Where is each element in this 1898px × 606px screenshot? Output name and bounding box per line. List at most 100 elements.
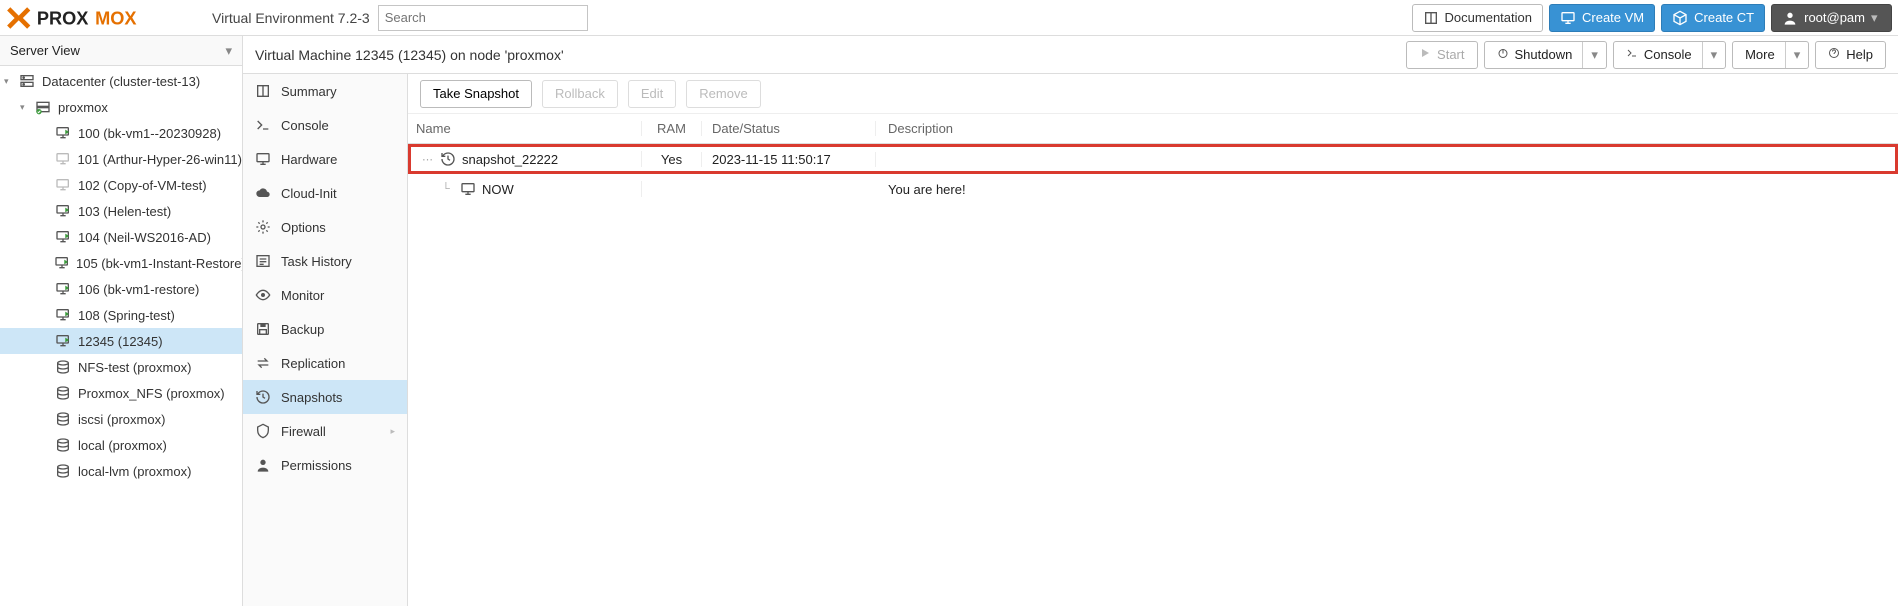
- list-icon: [255, 253, 273, 269]
- nav-hardware[interactable]: Hardware: [243, 142, 407, 176]
- snapshot-name: NOW: [482, 182, 514, 197]
- database-icon: [54, 411, 72, 427]
- nav-label: Permissions: [281, 458, 352, 473]
- tree-vm[interactable]: 108 (Spring-test): [0, 302, 242, 328]
- tree-storage[interactable]: NFS-test (proxmox): [0, 354, 242, 380]
- tree-vm[interactable]: 102 (Copy-of-VM-test): [0, 172, 242, 198]
- nav-backup[interactable]: Backup: [243, 312, 407, 346]
- nav-console[interactable]: Console: [243, 108, 407, 142]
- vm-icon: [54, 229, 72, 245]
- user-menu-button[interactable]: root@pam ▾: [1771, 4, 1892, 32]
- tree-vm[interactable]: 106 (bk-vm1-restore): [0, 276, 242, 302]
- create-ct-button[interactable]: Create CT: [1661, 4, 1765, 32]
- edit-button[interactable]: Edit: [628, 80, 676, 108]
- tree-vm[interactable]: 103 (Helen-test): [0, 198, 242, 224]
- book-icon: [1423, 10, 1439, 26]
- save-icon: [255, 321, 273, 337]
- tree-line-icon: └: [416, 183, 460, 195]
- history-icon: [440, 151, 462, 167]
- shutdown-button[interactable]: Shutdown ▾: [1484, 41, 1607, 69]
- console-button[interactable]: Console ▾: [1613, 41, 1726, 69]
- col-desc[interactable]: Description: [876, 121, 1898, 136]
- help-button[interactable]: Help: [1815, 41, 1886, 69]
- nav-options[interactable]: Options: [243, 210, 407, 244]
- svg-text:MOX: MOX: [95, 8, 136, 28]
- vm-icon: [54, 307, 72, 323]
- snapshot-panel: Take Snapshot Rollback Edit Remove Name …: [408, 74, 1898, 606]
- col-ram[interactable]: RAM: [642, 121, 702, 136]
- nav-summary[interactable]: Summary: [243, 74, 407, 108]
- tree-storage[interactable]: local-lvm (proxmox): [0, 458, 242, 484]
- create-vm-button[interactable]: Create VM: [1549, 4, 1655, 32]
- chevron-down-icon: ▾: [225, 43, 232, 59]
- server-view-selector[interactable]: Server View ▾: [0, 36, 242, 66]
- proxmox-logo: PROX MOX: [6, 6, 206, 30]
- left-panel: Server View ▾ ▾ Datacenter (cluster-test…: [0, 36, 243, 606]
- collapse-icon: ▾: [20, 102, 32, 113]
- tree-item-label: 106 (bk-vm1-restore): [78, 282, 199, 297]
- history-icon: [255, 389, 273, 405]
- chevron-down-icon: ▾: [1871, 10, 1881, 26]
- play-icon: [1419, 47, 1431, 62]
- tree-vm[interactable]: 105 (bk-vm1-Instant-Restore): [0, 250, 242, 276]
- version-label: Virtual Environment 7.2-3: [212, 10, 370, 26]
- nav-task-history[interactable]: Task History: [243, 244, 407, 278]
- nav-label: Cloud-Init: [281, 186, 337, 201]
- snapshot-ram: Yes: [642, 152, 702, 167]
- tree-datacenter[interactable]: ▾ Datacenter (cluster-test-13): [0, 68, 242, 94]
- start-button[interactable]: Start: [1406, 41, 1477, 69]
- tree-node-proxmox[interactable]: ▾ proxmox: [0, 94, 242, 120]
- tree-item-label: 108 (Spring-test): [78, 308, 175, 323]
- chevron-down-icon[interactable]: ▾: [1785, 42, 1809, 68]
- nav-cloud-init[interactable]: Cloud-Init: [243, 176, 407, 210]
- vm-icon: [54, 255, 70, 271]
- monitor-icon: [255, 151, 273, 167]
- nav-replication[interactable]: Replication: [243, 346, 407, 380]
- nav-firewall[interactable]: Firewall▸: [243, 414, 407, 448]
- database-icon: [54, 437, 72, 453]
- grid-header: Name RAM Date/Status Description: [408, 114, 1898, 144]
- user-icon: [1782, 10, 1798, 26]
- tree-vm[interactable]: 12345 (12345): [0, 328, 242, 354]
- tree-item-label: 105 (bk-vm1-Instant-Restore): [76, 256, 242, 271]
- more-button[interactable]: More ▾: [1732, 41, 1809, 69]
- tree-vm[interactable]: 104 (Neil-WS2016-AD): [0, 224, 242, 250]
- monitor-icon: [1560, 10, 1576, 26]
- nav-label: Backup: [281, 322, 324, 337]
- nav-snapshots[interactable]: Snapshots: [243, 380, 407, 414]
- tree-item-label: iscsi (proxmox): [78, 412, 165, 427]
- tree-storage[interactable]: Proxmox_NFS (proxmox): [0, 380, 242, 406]
- col-date[interactable]: Date/Status: [702, 121, 876, 136]
- search-input[interactable]: [378, 5, 588, 31]
- monitor-icon: [460, 181, 482, 197]
- vm-title: Virtual Machine 12345 (12345) on node 'p…: [255, 47, 564, 63]
- book-icon: [255, 83, 273, 99]
- resource-tree: ▾ Datacenter (cluster-test-13) ▾ proxmox…: [0, 66, 242, 484]
- nav-monitor[interactable]: Monitor: [243, 278, 407, 312]
- tree-item-label: 101 (Arthur-Hyper-26-win11): [78, 152, 243, 167]
- tree-item-label: Proxmox_NFS (proxmox): [78, 386, 225, 401]
- chevron-down-icon[interactable]: ▾: [1702, 42, 1726, 68]
- documentation-button[interactable]: Documentation: [1412, 4, 1543, 32]
- nav-label: Task History: [281, 254, 352, 269]
- col-name[interactable]: Name: [408, 121, 642, 136]
- tree-vm[interactable]: 100 (bk-vm1--20230928): [0, 120, 242, 146]
- tree-storage[interactable]: iscsi (proxmox): [0, 406, 242, 432]
- svg-text:PROX: PROX: [37, 8, 89, 28]
- server-icon: [18, 73, 36, 89]
- nav-label: Options: [281, 220, 326, 235]
- snapshot-date: 2023-11-15 11:50:17: [702, 152, 876, 167]
- tree-storage[interactable]: local (proxmox): [0, 432, 242, 458]
- tree-item-label: local-lvm (proxmox): [78, 464, 191, 479]
- caret-right-icon: ▸: [390, 426, 395, 437]
- take-snapshot-button[interactable]: Take Snapshot: [420, 80, 532, 108]
- nav-permissions[interactable]: Permissions: [243, 448, 407, 482]
- remove-button[interactable]: Remove: [686, 80, 760, 108]
- rollback-button[interactable]: Rollback: [542, 80, 618, 108]
- exchange-icon: [255, 355, 273, 371]
- snapshot-row[interactable]: ⋯snapshot_22222Yes2023-11-15 11:50:17: [408, 144, 1898, 174]
- tree-vm[interactable]: 101 (Arthur-Hyper-26-win11): [0, 146, 242, 172]
- snapshot-row[interactable]: └NOWYou are here!: [408, 174, 1898, 204]
- terminal-icon: [255, 117, 273, 133]
- chevron-down-icon[interactable]: ▾: [1582, 42, 1606, 68]
